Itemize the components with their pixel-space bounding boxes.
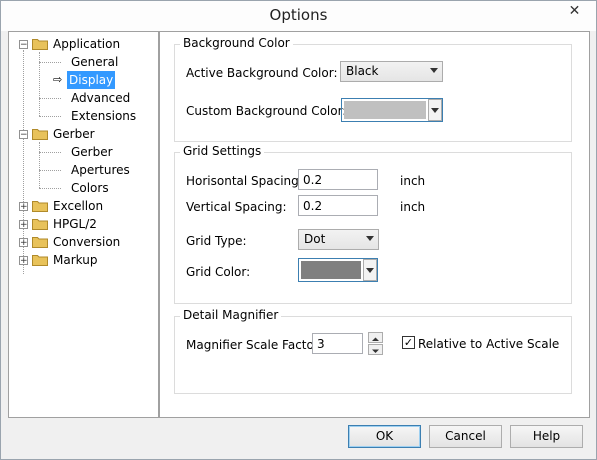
- tree-child-item[interactable]: Apertures: [9, 161, 158, 179]
- arrow-right-icon: ⇨: [53, 73, 63, 86]
- horizontal-spacing-label: Horisontal Spacing:: [186, 174, 303, 188]
- magnifier-scale-input[interactable]: [312, 333, 363, 354]
- tree-item-label: Markup: [53, 253, 98, 267]
- custom-background-dropdown[interactable]: [428, 99, 442, 121]
- custom-background-swatch: [344, 101, 426, 119]
- tree-item-label: Gerber: [53, 127, 95, 141]
- cancel-button[interactable]: Cancel: [429, 425, 502, 448]
- collapse-icon[interactable]: −: [19, 40, 28, 50]
- tree-child-item[interactable]: Advanced: [9, 89, 158, 107]
- folder-icon: [32, 218, 48, 230]
- relative-to-active-scale-label[interactable]: Relative to Active Scale: [418, 337, 559, 351]
- tree-item-label: Excellon: [53, 199, 104, 213]
- background-color-legend: Background Color: [180, 36, 293, 50]
- expand-icon[interactable]: +: [19, 202, 28, 212]
- grid-color-swatch: [301, 261, 361, 279]
- tree-child-item[interactable]: General: [9, 53, 158, 71]
- tree-item-label: Colors: [71, 181, 109, 195]
- window-title: Options: [269, 6, 328, 24]
- folder-icon: [32, 254, 48, 266]
- arrow-up-icon: [372, 337, 379, 341]
- chevron-down-icon: [431, 108, 439, 113]
- grid-type-select[interactable]: Dot: [298, 229, 379, 250]
- expand-icon[interactable]: +: [19, 256, 28, 266]
- grid-color-dropdown[interactable]: [363, 259, 377, 281]
- scale-down-button[interactable]: [368, 344, 383, 355]
- close-icon: ✕: [568, 3, 581, 19]
- chevron-down-icon: [366, 268, 374, 273]
- background-color-group: [174, 44, 572, 142]
- close-button[interactable]: ✕: [556, 1, 593, 21]
- tree-child-item[interactable]: Extensions: [9, 107, 158, 125]
- tree-folder-item[interactable]: − Gerber: [9, 125, 158, 143]
- tree-item-label: Gerber: [71, 145, 113, 159]
- horizontal-spacing-unit: inch: [400, 174, 426, 188]
- folder-icon: [32, 236, 48, 248]
- horizontal-spacing-input[interactable]: [298, 169, 378, 190]
- tree-child-item[interactable]: ⇨ Display: [9, 71, 158, 89]
- scale-up-button[interactable]: [368, 332, 383, 343]
- ok-button[interactable]: OK: [348, 425, 421, 448]
- tree-item-label-selected: Display: [67, 71, 116, 89]
- tree-folder-item[interactable]: − Application: [9, 35, 158, 53]
- active-background-label: Active Background Color:: [186, 66, 338, 80]
- tree-item-label: General: [71, 55, 119, 69]
- tree-child-item[interactable]: Colors: [9, 179, 158, 197]
- help-button[interactable]: Help: [510, 425, 583, 448]
- tree-item-label: Apertures: [71, 163, 130, 177]
- active-background-select[interactable]: Black: [340, 61, 443, 82]
- folder-open-icon: [32, 38, 48, 50]
- tree-item-label: HPGL/2: [53, 217, 97, 231]
- options-tree[interactable]: − Application General ⇨ Display Advanced Exten…: [8, 31, 159, 418]
- chevron-down-icon: [366, 236, 374, 241]
- tree-item-label: Application: [53, 37, 121, 51]
- vertical-spacing-label: Vertical Spacing:: [186, 200, 287, 214]
- tree-child-item[interactable]: Gerber: [9, 143, 158, 161]
- grid-type-value: Dot: [304, 232, 326, 246]
- tree-folder-item[interactable]: + Conversion: [9, 233, 158, 251]
- detail-magnifier-legend: Detail Magnifier: [180, 308, 282, 322]
- expand-icon[interactable]: +: [19, 220, 28, 230]
- folder-icon: [32, 200, 48, 212]
- vertical-spacing-input[interactable]: [298, 195, 378, 216]
- tree-item-label: Advanced: [71, 91, 131, 105]
- relative-to-active-scale-checkbox[interactable]: ✓: [402, 336, 415, 349]
- chevron-down-icon: [430, 68, 438, 73]
- grid-settings-legend: Grid Settings: [180, 144, 265, 158]
- tree-folder-item[interactable]: + Excellon: [9, 197, 158, 215]
- collapse-icon[interactable]: −: [19, 130, 28, 140]
- tree-item-label: Extensions: [71, 109, 137, 123]
- vertical-spacing-unit: inch: [400, 200, 426, 214]
- custom-background-label: Custom Background Color:: [186, 104, 347, 118]
- tree-folder-item[interactable]: + Markup: [9, 251, 158, 269]
- grid-color-picker[interactable]: [298, 258, 378, 282]
- expand-icon[interactable]: +: [19, 238, 28, 248]
- settings-panel: Background Color Active Background Color…: [159, 31, 590, 418]
- active-background-value: Black: [346, 64, 379, 78]
- arrow-down-icon: [372, 349, 379, 353]
- tree-folder-item[interactable]: + HPGL/2: [9, 215, 158, 233]
- grid-color-label: Grid Color:: [186, 265, 251, 279]
- folder-open-icon: [32, 128, 48, 140]
- tree-item-label: Conversion: [53, 235, 121, 249]
- custom-background-color-picker[interactable]: [341, 98, 443, 122]
- grid-type-label: Grid Type:: [186, 234, 247, 248]
- checkmark-icon: ✓: [403, 336, 414, 349]
- magnifier-scale-label: Magnifier Scale Factor:: [186, 338, 323, 352]
